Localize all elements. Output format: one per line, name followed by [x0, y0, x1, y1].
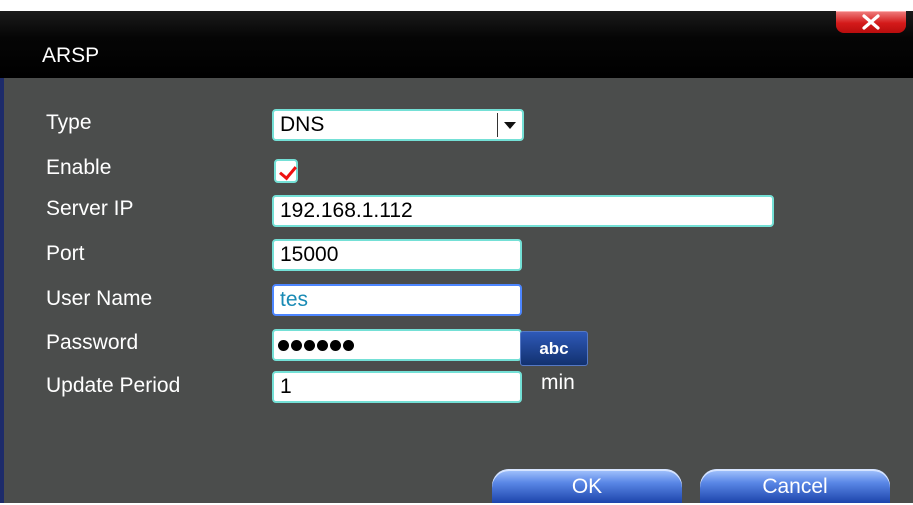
password-mask — [278, 340, 356, 359]
title-bar: ARSP — [0, 11, 913, 78]
password-label: Password — [46, 331, 139, 354]
close-button[interactable] — [836, 11, 906, 33]
port-input[interactable]: 15000 — [272, 239, 522, 271]
close-icon — [862, 14, 880, 30]
password-dot — [304, 340, 315, 351]
dialog-title: ARSP — [42, 44, 100, 67]
password-dot — [343, 340, 354, 351]
password-dot — [330, 340, 341, 351]
update-period-unit: min — [541, 371, 575, 394]
left-border — [0, 78, 4, 503]
enable-checkbox[interactable] — [274, 159, 298, 183]
type-select[interactable]: DNS — [272, 109, 524, 141]
update-period-value: 1 — [280, 375, 292, 398]
port-value: 15000 — [280, 243, 339, 266]
ok-button[interactable]: OK — [492, 469, 682, 503]
server-ip-value: 192.168.1.112 — [280, 199, 413, 222]
user-name-input[interactable]: tes — [272, 284, 522, 316]
update-period-input[interactable]: 1 — [272, 371, 522, 403]
arsp-dialog: ARSP Type DNS Enable Server IP 192.168.1… — [0, 11, 913, 503]
password-dot — [317, 340, 328, 351]
server-ip-label: Server IP — [46, 197, 134, 220]
password-input[interactable] — [272, 329, 522, 361]
port-label: Port — [46, 242, 85, 265]
enable-label: Enable — [46, 156, 112, 179]
user-name-label: User Name — [46, 287, 153, 310]
cancel-button[interactable]: Cancel — [700, 469, 890, 503]
user-name-value: tes — [280, 288, 309, 311]
type-value: DNS — [280, 113, 325, 136]
password-dot — [278, 340, 289, 351]
update-period-label: Update Period — [46, 374, 181, 397]
type-label: Type — [46, 111, 92, 134]
password-dot — [291, 340, 302, 351]
server-ip-input[interactable]: 192.168.1.112 — [272, 195, 774, 227]
input-mode-button[interactable]: abc — [520, 331, 588, 366]
chevron-down-icon[interactable] — [497, 113, 520, 137]
